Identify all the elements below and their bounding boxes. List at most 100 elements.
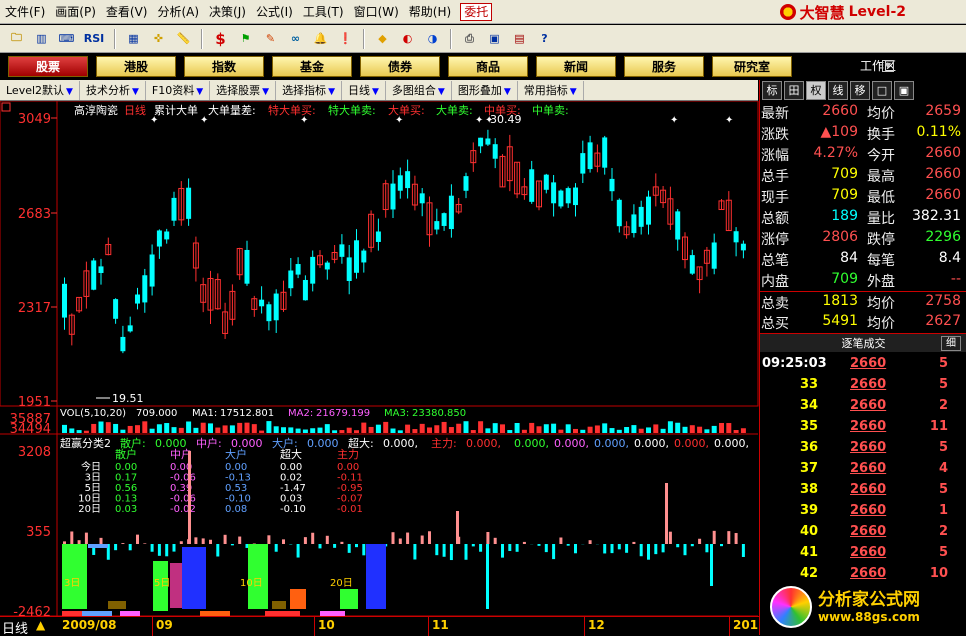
subbar-item-8[interactable]: 常用指标 ▼ xyxy=(518,80,584,100)
category-tab-8[interactable]: 研究室 xyxy=(712,56,792,77)
volume-bar xyxy=(609,428,615,433)
quote-tab-3[interactable]: 线 xyxy=(828,81,848,100)
dist-bar xyxy=(70,531,74,544)
subbar-item-label: 日线 xyxy=(347,83,370,97)
dist-bar xyxy=(325,535,329,544)
dist-bar xyxy=(522,541,526,544)
volume-bar xyxy=(733,430,739,433)
subbar-item-2[interactable]: F10资料 ▼ xyxy=(146,80,211,100)
category-tab-0[interactable]: 股票 xyxy=(8,56,88,77)
flag-icon[interactable]: ⚑ xyxy=(235,28,256,49)
menu-item-1[interactable]: 画面(P) xyxy=(50,0,101,24)
ruler-icon[interactable]: 📏 xyxy=(173,28,194,49)
trades-detail-button[interactable]: 细 xyxy=(941,336,961,351)
trade-vol: 5 xyxy=(938,545,948,560)
candle-body xyxy=(113,299,119,319)
diamond-icon[interactable]: ◆ xyxy=(372,28,393,49)
dist-bar xyxy=(77,540,81,544)
subbar-item-0[interactable]: Level2默认 ▼ xyxy=(0,80,80,100)
dropdown-arrow-icon[interactable]: ▼ xyxy=(66,87,73,97)
volume-bar xyxy=(62,424,67,433)
kline-chart[interactable]: 高淳陶瓷 日线 累计大单 大单量差: 特大单买: 特大单卖: 大单买: 大单卖: 中单买: 中单卖… xyxy=(0,100,760,620)
menu-item-0[interactable]: 文件(F) xyxy=(0,0,50,24)
pie-blue-icon[interactable]: ◑ xyxy=(422,28,443,49)
quote-l2: 均价 xyxy=(867,296,895,312)
help-icon[interactable]: ? xyxy=(534,28,555,49)
subbar-item-5[interactable]: 日线 ▼ xyxy=(342,80,386,100)
dist-bar xyxy=(238,536,242,544)
menu-item-8[interactable]: 帮助(H) xyxy=(404,0,456,24)
menu-item-6[interactable]: 工具(T) xyxy=(298,0,349,24)
menu-item-5[interactable]: 公式(I) xyxy=(251,0,298,24)
subbar-item-4[interactable]: 选择指标 ▼ xyxy=(276,80,342,100)
dist-trailing: 0.000, xyxy=(674,437,709,450)
dist-bar xyxy=(128,544,132,551)
dropdown-arrow-icon[interactable]: ▼ xyxy=(196,87,203,97)
quote-tab-5[interactable]: □ xyxy=(872,81,892,100)
alert-icon[interactable]: ❗ xyxy=(335,28,356,49)
subbar-item-1[interactable]: 技术分析 ▼ xyxy=(80,80,146,100)
quote-l1: 总买 xyxy=(761,316,789,332)
folder-icon[interactable]: 🗀 xyxy=(6,28,27,49)
quote-tab-4[interactable]: 移 xyxy=(850,81,870,100)
printer-icon[interactable]: ⎙ xyxy=(459,28,480,49)
subbar-item-3[interactable]: 选择股票 ▼ xyxy=(210,80,277,100)
category-tab-2[interactable]: 指数 xyxy=(184,56,264,77)
candle-body xyxy=(558,190,564,207)
menu-item-7[interactable]: 窗口(W) xyxy=(349,0,404,24)
brand: 大智慧 Level-2 xyxy=(779,2,906,22)
candle-body xyxy=(135,294,140,304)
rsi-icon[interactable]: RSI xyxy=(81,28,107,49)
period-label[interactable]: 日线 xyxy=(2,618,28,636)
volume-bar xyxy=(149,428,155,433)
category-tab-6[interactable]: 新闻 xyxy=(536,56,616,77)
category-tab-1[interactable]: 港股 xyxy=(96,56,176,77)
chart-area[interactable]: 高淳陶瓷 日线 累计大单 大单量差: 特大单买: 特大单卖: 大单买: 大单卖: 中单买: 中单卖… xyxy=(0,100,760,620)
dropdown-arrow-icon[interactable]: ▼ xyxy=(570,87,577,97)
dropdown-arrow-icon[interactable]: ▼ xyxy=(504,87,511,97)
quote-v1: 709 xyxy=(831,271,858,287)
dist-bar xyxy=(165,544,169,557)
quote-l2: 换手 xyxy=(867,127,895,143)
quote-tab-1[interactable]: 田 xyxy=(784,81,804,100)
subbar-item-7[interactable]: 图形叠加 ▼ xyxy=(452,80,518,100)
category-tab-4[interactable]: 债券 xyxy=(360,56,440,77)
bell-icon[interactable]: 🔔 xyxy=(310,28,331,49)
delegate-button[interactable]: 委托 xyxy=(460,2,493,21)
pencils-icon[interactable]: ✎ xyxy=(260,28,281,49)
menu-item-2[interactable]: 查看(V) xyxy=(101,0,153,24)
books-icon[interactable]: ▤ xyxy=(509,28,530,49)
category-tab-3[interactable]: 基金 xyxy=(272,56,352,77)
candle-body xyxy=(397,175,403,191)
subbar-item-6[interactable]: 多图组合 ▼ xyxy=(386,80,452,100)
dist-bar xyxy=(188,451,191,544)
dropdown-arrow-icon[interactable]: ▼ xyxy=(132,87,139,97)
dropdown-arrow-icon[interactable]: ▼ xyxy=(438,87,445,97)
pie-red-icon[interactable]: ◐ xyxy=(397,28,418,49)
menu-item-4[interactable]: 决策(J) xyxy=(204,0,251,24)
workzone-dropdown-icon[interactable]: ▼ xyxy=(882,60,894,72)
indicator-label: 累计大单 xyxy=(154,103,198,117)
dist-bar xyxy=(610,544,614,554)
category-tab-7[interactable]: 服务 xyxy=(624,56,704,77)
calc-icon[interactable]: ▦ xyxy=(123,28,144,49)
quote-l1: 总额 xyxy=(761,211,789,227)
quote-tab-0[interactable]: 标 xyxy=(762,81,782,100)
dropdown-arrow-icon[interactable]: ▼ xyxy=(262,87,269,97)
dropdown-arrow-icon[interactable]: ▼ xyxy=(328,87,335,97)
crosshair-icon[interactable]: ✜ xyxy=(148,28,169,49)
category-tab-5[interactable]: 商品 xyxy=(448,56,528,77)
window-icon[interactable]: ▣ xyxy=(484,28,505,49)
dist-bar xyxy=(201,538,205,544)
dollar-icon[interactable]: $ xyxy=(210,28,231,49)
chart-icon[interactable]: ▥ xyxy=(31,28,52,49)
keyboard-icon[interactable]: ⌨ xyxy=(56,28,77,49)
dist-table-header: 主力 xyxy=(337,448,359,461)
quote-tab-6[interactable]: ▣ xyxy=(894,81,914,100)
dropdown-arrow-icon[interactable]: ▼ xyxy=(372,87,379,97)
quote-tab-2[interactable]: 权 xyxy=(806,81,826,100)
dist-bar xyxy=(617,544,621,550)
binoculars-icon[interactable]: ∞ xyxy=(285,28,306,49)
menu-item-3[interactable]: 分析(A) xyxy=(152,0,204,24)
event-marker-icon: ✦ xyxy=(485,115,493,126)
